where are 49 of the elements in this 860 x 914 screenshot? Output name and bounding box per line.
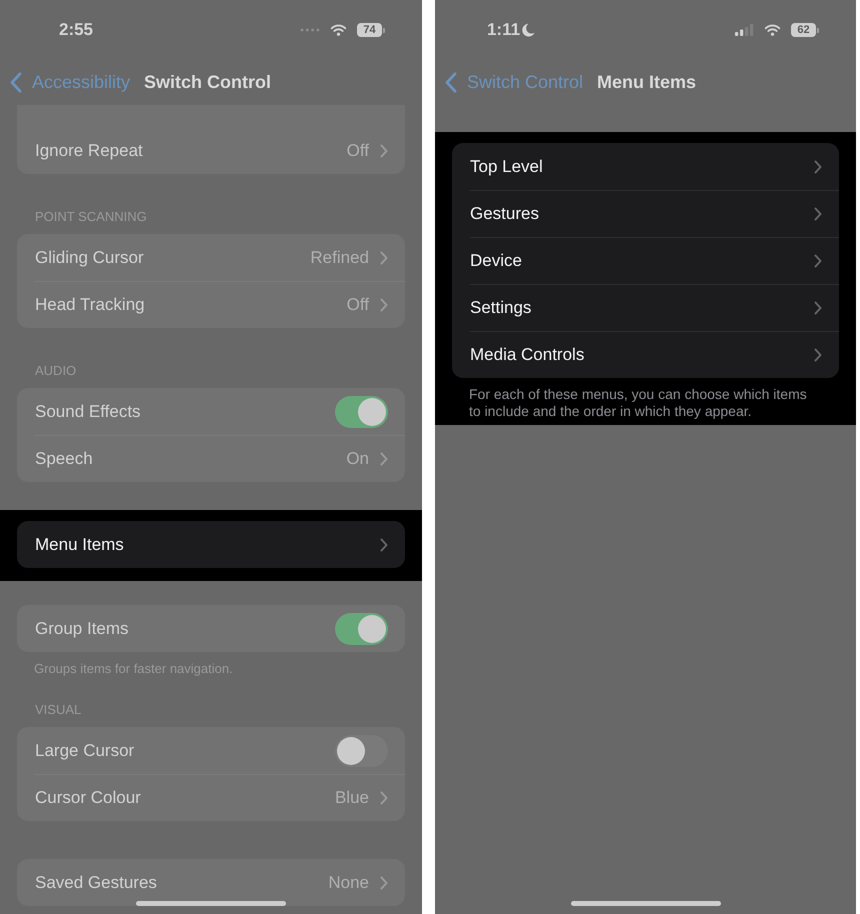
wifi-icon <box>764 24 781 36</box>
row-value: Off <box>346 294 369 316</box>
toggle-switch[interactable] <box>335 734 388 766</box>
chevron-right-icon <box>814 301 822 315</box>
chevron-right-icon <box>380 876 388 890</box>
row-label[interactable]: Cursor Colour <box>35 785 141 811</box>
row-label[interactable]: Saved Gestures <box>35 870 157 896</box>
row-label[interactable]: Media Controls <box>470 342 584 368</box>
row-value: Off <box>346 140 369 162</box>
row-label[interactable]: Menu Items <box>35 532 124 558</box>
row-label[interactable]: Speech <box>35 446 93 472</box>
row-label: Group Items <box>35 618 129 640</box>
chevron-right-icon <box>814 207 822 221</box>
wifi-icon <box>330 24 347 36</box>
chevron-right-icon <box>380 250 388 264</box>
row-value: Refined <box>310 246 369 269</box>
status-time: 2:55 <box>58 19 94 42</box>
row-value: None <box>328 872 369 894</box>
chevron-right-icon <box>380 298 388 312</box>
back-button[interactable]: Accessibility <box>10 69 130 96</box>
row-label[interactable]: Gestures <box>470 201 539 227</box>
row-label: Large Cursor <box>35 740 134 762</box>
row-label[interactable]: Device <box>470 248 522 274</box>
toggle-switch[interactable] <box>335 396 388 428</box>
chevron-right-icon <box>380 144 388 158</box>
row-label[interactable]: Gliding Cursor <box>35 244 144 270</box>
toggle-switch[interactable] <box>335 612 388 644</box>
nav-title: Menu Items <box>597 71 696 94</box>
chevron-right-icon <box>380 538 388 552</box>
row-label[interactable]: Head Tracking <box>35 292 145 318</box>
row-label[interactable]: Top Level <box>470 154 543 180</box>
chevron-right-icon <box>380 791 388 805</box>
chevron-right-icon <box>814 254 822 268</box>
row-label[interactable]: Ignore Repeat <box>35 138 143 164</box>
chevron-left-icon <box>10 72 22 93</box>
row-label: Sound Effects <box>35 400 141 423</box>
row-label[interactable]: Settings <box>470 295 532 321</box>
row-value: Blue <box>334 787 369 810</box>
nav-title: Switch Control <box>144 71 272 94</box>
battery-indicator: 62 <box>791 23 819 37</box>
back-button[interactable]: Switch Control <box>445 69 584 96</box>
row-value: On <box>346 448 369 470</box>
chevron-right-icon <box>814 160 822 174</box>
chevron-right-icon <box>380 452 388 466</box>
battery-indicator: 74 <box>357 23 385 37</box>
chevron-left-icon <box>445 72 457 93</box>
chevron-right-icon <box>814 348 822 362</box>
section-footer: For each of these menus, you can choose which items to include and the order in which they appear. <box>469 386 814 420</box>
status-time: 1:11 <box>486 19 520 42</box>
